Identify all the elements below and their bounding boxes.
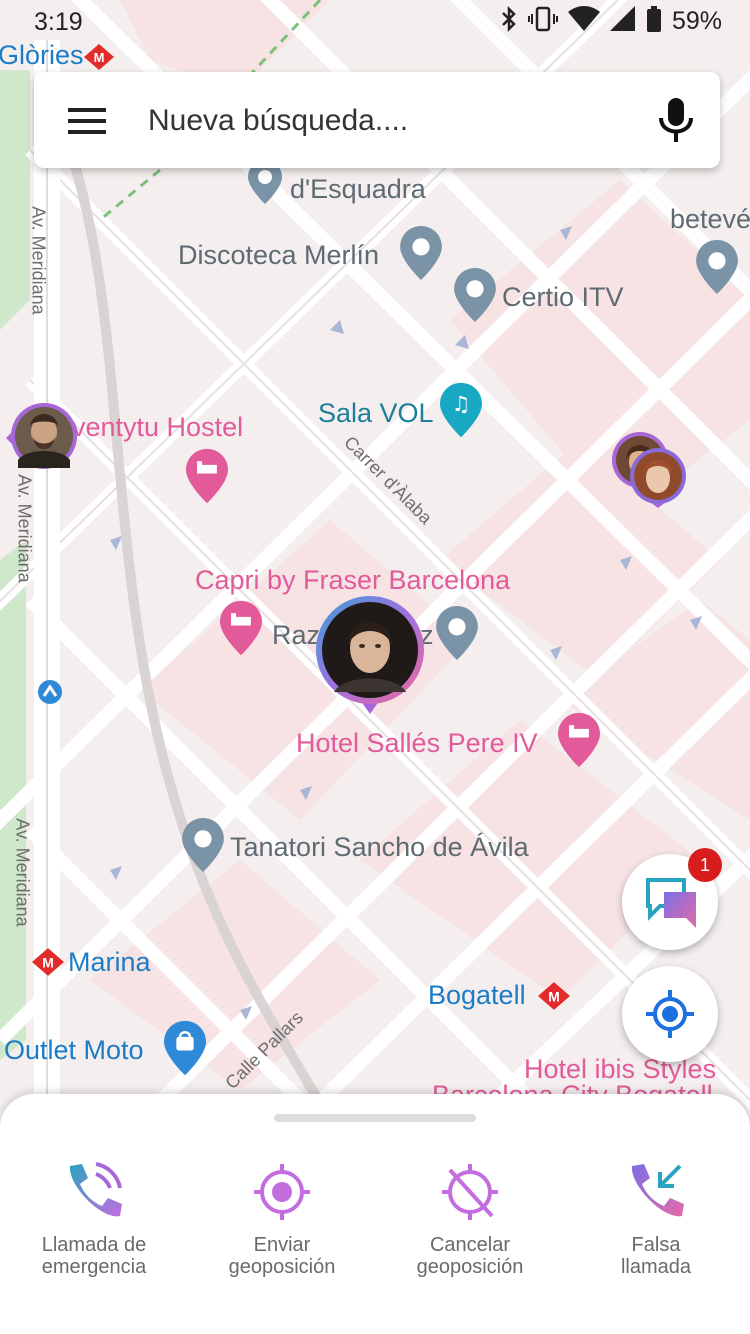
battery-percent: 59% [671, 7, 722, 35]
phone-call-icon [69, 1162, 122, 1217]
send-location-button[interactable]: Enviar geoposición [202, 1160, 362, 1278]
gps-target-icon [254, 1164, 310, 1220]
poi-esquadra-label[interactable]: d'Esquadra [290, 176, 426, 203]
hotel-pin-icon[interactable] [558, 712, 600, 773]
metro-marina-label[interactable]: Marina [68, 949, 151, 976]
svg-text:M: M [94, 50, 105, 65]
music-venue-pin-icon[interactable]: ♫ [440, 382, 482, 443]
poi-hostel-label[interactable]: ventytu Hostel [72, 414, 243, 441]
emergency-call-label: Llamada de emergencia [41, 1234, 147, 1278]
poi-capri-label[interactable]: Capri by Fraser Barcelona [195, 567, 510, 594]
signal-icon [609, 6, 636, 37]
search-bar [34, 72, 720, 168]
status-time: 3:19 [34, 8, 83, 36]
emergency-call-button[interactable]: Llamada de emergencia [14, 1160, 174, 1278]
poi-ibis-label[interactable]: Hotel ibis Styles [524, 1056, 716, 1083]
transit-icon [38, 680, 62, 709]
poi-hotel-salles-label[interactable]: Hotel Sallés Pere IV [296, 730, 538, 757]
incoming-call-icon [631, 1164, 684, 1217]
map-pin-icon[interactable] [400, 226, 442, 285]
cancel-location-label: Cancelar geoposición [416, 1234, 524, 1278]
map-pin-icon[interactable] [454, 268, 496, 327]
poi-raz-label[interactable]: Raz [272, 622, 320, 649]
metro-icon: M [32, 948, 64, 981]
contact-marker-ned[interactable] [6, 402, 78, 479]
svg-text:♫: ♫ [452, 392, 471, 416]
search-input[interactable] [146, 94, 630, 148]
hotel-pin-icon[interactable] [220, 600, 262, 661]
map-pin-icon[interactable] [436, 606, 478, 665]
metro-glories-label[interactable]: Glòries [0, 42, 84, 69]
microphone-icon[interactable] [658, 98, 694, 149]
hotel-pin-icon[interactable] [186, 448, 228, 509]
fake-call-button[interactable]: Falsa llamada [576, 1160, 736, 1278]
contact-marker-group[interactable] [610, 432, 690, 517]
map-pin-icon[interactable] [696, 240, 738, 299]
crosshair-icon [646, 990, 694, 1038]
street-meridiana-label: Av. Meridiana [28, 206, 49, 315]
cancel-location-button[interactable]: Cancelar geoposición [390, 1160, 550, 1278]
menu-icon[interactable] [68, 106, 108, 136]
bluetooth-icon [500, 5, 518, 37]
unread-badge: 1 [688, 848, 722, 882]
poi-outlet-label[interactable]: Outlet Moto [4, 1037, 144, 1064]
metro-icon: M [538, 982, 570, 1015]
poi-tanatori-label[interactable]: Tanatori Sancho de Ávila [230, 834, 529, 861]
svg-text:M: M [548, 988, 560, 1004]
wifi-icon [567, 6, 600, 37]
battery-icon [646, 6, 662, 37]
send-location-label: Enviar geoposición [228, 1234, 336, 1278]
my-location-button[interactable] [622, 966, 718, 1062]
metro-icon: M [84, 44, 114, 75]
bottom-sheet: Llamada de emergencia Enviar geoposición… [0, 1094, 750, 1334]
contact-marker-arya-selected[interactable] [314, 596, 426, 723]
sheet-drag-handle[interactable] [274, 1114, 476, 1122]
chat-icon [646, 878, 696, 928]
status-bar: 3:19 59% [0, 0, 750, 44]
poi-sala-vol-label[interactable]: Sala VOL [318, 400, 434, 427]
poi-discoteca-label[interactable]: Discoteca Merlín [178, 242, 379, 269]
gps-off-icon [442, 1164, 498, 1220]
poi-beteve-label[interactable]: betevé [670, 206, 750, 233]
vibrate-icon [527, 6, 558, 37]
svg-text:M: M [42, 954, 54, 970]
street-meridiana-label: Av. Meridiana [12, 818, 33, 927]
poi-certio-label[interactable]: Certio ITV [502, 284, 624, 311]
street-meridiana-label: Av. Meridiana [14, 474, 35, 583]
fake-call-label: Falsa llamada [620, 1234, 692, 1278]
map-pin-icon[interactable] [182, 818, 224, 877]
chat-button[interactable]: 1 [622, 848, 722, 950]
metro-bogatell-label[interactable]: Bogatell [428, 982, 526, 1009]
shopping-pin-icon[interactable] [164, 1020, 206, 1081]
